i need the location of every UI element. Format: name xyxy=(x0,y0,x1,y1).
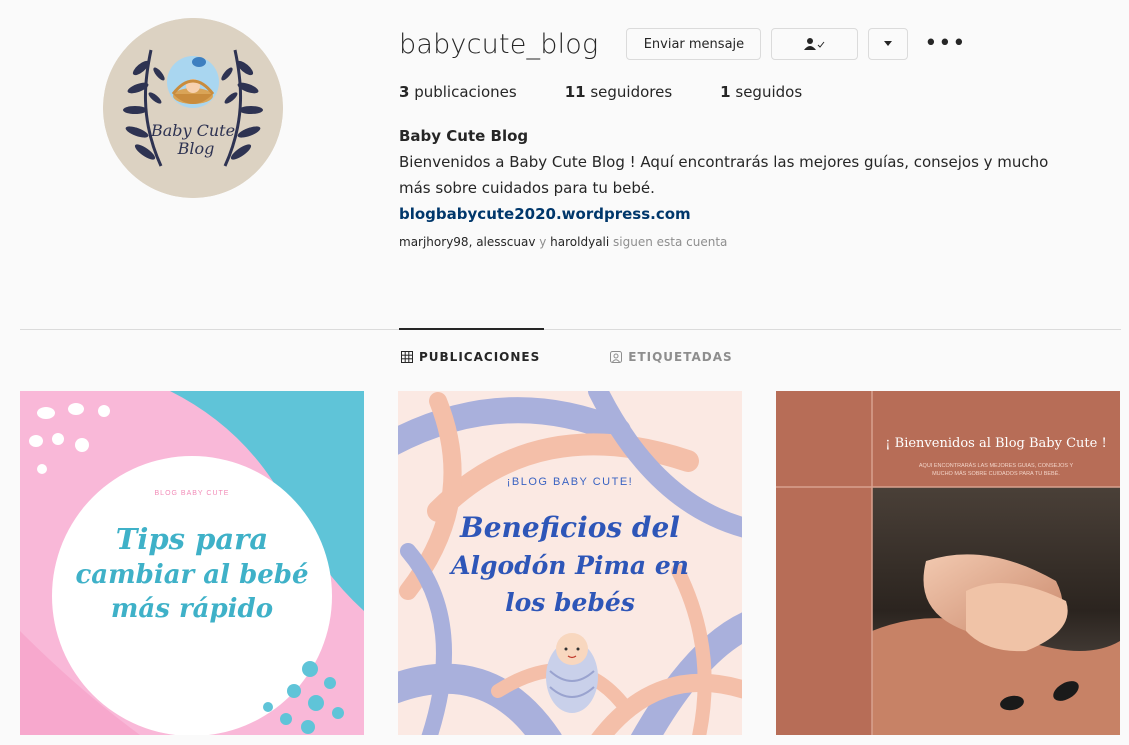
post-1-kicker: BLOG BABY CUTE xyxy=(155,490,230,497)
profile-header: Baby Cute Blog babycute_blog Enviar mens… xyxy=(0,0,1129,330)
post-3-subtitle-line2: MUCHO MÁS SOBRE CUIDADOS PARA TU BEBÉ. xyxy=(932,470,1060,477)
profile-stats: 3 publicaciones 11 seguidores 1 seguidos xyxy=(399,83,1119,101)
tab-active-indicator xyxy=(399,328,544,330)
posts-label: publicaciones xyxy=(414,83,517,101)
following-count: 1 xyxy=(720,83,731,101)
ellipsis-icon[interactable]: ••• xyxy=(924,33,966,55)
post-thumbnail-3[interactable]: ¡ Bienvenidos al Blog Baby Cute ! AQUI E… xyxy=(776,391,1120,735)
grid-icon xyxy=(401,351,413,363)
followers-count: 11 xyxy=(564,83,586,101)
bio-name: Baby Cute Blog xyxy=(399,127,529,145)
post-2-title-line2: Algodón Pima en xyxy=(449,551,689,580)
caret-down-icon xyxy=(884,41,893,46)
profile-actions-row: babycute_blog Enviar mensaje ••• xyxy=(399,22,1119,66)
tag-person-icon xyxy=(610,351,623,363)
followed-suffix: siguen esta cuenta xyxy=(609,235,728,249)
post-3-subtitle-line1: AQUI ENCONTRARÁS LAS MEJORES GUIAS, CONS… xyxy=(919,462,1074,469)
bio-website-link[interactable]: blogbabycute2020.wordpress.com xyxy=(399,205,691,223)
stat-followers[interactable]: 11 seguidores xyxy=(565,83,672,101)
post-1-title-line1: Tips para xyxy=(116,522,268,556)
post-2-title-line3: los bebés xyxy=(505,588,635,617)
profile-tabs: PUBLICACIONES ETIQUETADAS xyxy=(401,350,803,364)
avatar-text-line1: Baby Cute xyxy=(150,121,235,140)
person-check-icon xyxy=(803,38,825,50)
post-1-title-line2: cambiar al bebé xyxy=(75,560,308,590)
tab-publicaciones[interactable]: PUBLICACIONES xyxy=(401,350,540,364)
follower-user2[interactable]: alesscuav xyxy=(476,235,535,249)
avatar-logo-icon: Baby Cute Blog xyxy=(103,18,283,198)
post-2-kicker: ¡BLOG BABY CUTE! xyxy=(507,476,634,488)
suggestions-dropdown-button[interactable] xyxy=(868,28,909,60)
post-2-title-line1: Beneficios del xyxy=(459,511,680,544)
stat-posts: 3 publicaciones xyxy=(399,83,517,101)
follower-user3[interactable]: haroldyali xyxy=(550,235,609,249)
bio-line-2: más sobre cuidados para tu bebé. xyxy=(399,179,655,197)
post-thumbnail-1[interactable]: BLOG BABY CUTE Tips para cambiar al bebé… xyxy=(20,391,364,735)
following-button[interactable] xyxy=(771,28,859,60)
post-3-title: ¡ Bienvenidos al Blog Baby Cute ! xyxy=(885,436,1106,451)
profile-bio: Baby Cute Blog Bienvenidos a Baby Cute B… xyxy=(399,123,1119,227)
profile-username: babycute_blog xyxy=(399,28,599,60)
posts-count: 3 xyxy=(399,83,410,101)
stat-following[interactable]: 1 seguidos xyxy=(720,83,802,101)
post-thumbnail-2[interactable]: ¡BLOG BABY CUTE! Beneficios del Algodón … xyxy=(398,391,742,735)
avatar-text-line2: Blog xyxy=(177,139,215,158)
follower-user1[interactable]: marjhory98 xyxy=(399,235,469,249)
tab-etiquetadas[interactable]: ETIQUETADAS xyxy=(610,350,732,364)
post-3-artwork: ¡ Bienvenidos al Blog Baby Cute ! AQUI E… xyxy=(776,391,1120,735)
post-1-artwork: BLOG BABY CUTE Tips para cambiar al bebé… xyxy=(20,391,364,735)
tab-etiquetadas-label: ETIQUETADAS xyxy=(628,350,733,364)
following-label: seguidos xyxy=(735,83,803,101)
send-message-button[interactable]: Enviar mensaje xyxy=(626,28,762,60)
send-message-label: Enviar mensaje xyxy=(643,36,745,52)
tab-publicaciones-label: PUBLICACIONES xyxy=(419,350,541,364)
profile-avatar[interactable]: Baby Cute Blog xyxy=(103,18,283,198)
bio-line-1: Bienvenidos a Baby Cute Blog ! Aquí enco… xyxy=(399,153,1049,171)
tabs-divider xyxy=(20,329,1121,330)
profile-info: babycute_blog Enviar mensaje ••• 3 publi… xyxy=(399,22,1119,249)
followed-by: marjhory98, alesscuav y haroldyali sigue… xyxy=(399,235,1119,249)
post-2-artwork: ¡BLOG BABY CUTE! Beneficios del Algodón … xyxy=(398,391,742,735)
followers-label: seguidores xyxy=(590,83,673,101)
followed-sep2: y xyxy=(535,235,551,249)
post-1-title-line3: más rápido xyxy=(111,594,273,624)
